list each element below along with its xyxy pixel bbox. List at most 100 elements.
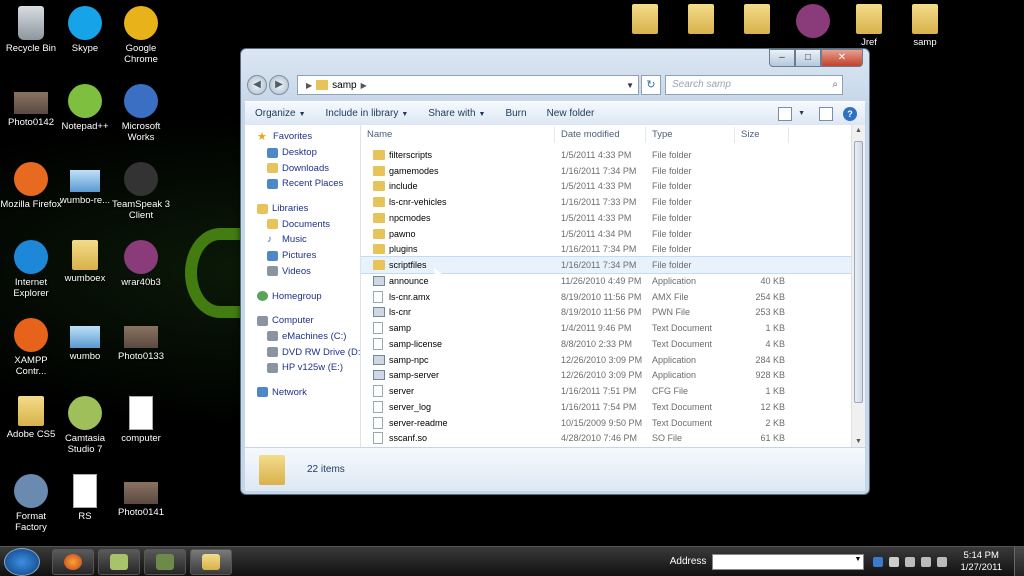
close-button[interactable]: ✕	[821, 49, 863, 67]
chevron-down-icon[interactable]: ▼	[855, 556, 862, 563]
chevron-right-icon[interactable]: ▶	[361, 81, 367, 90]
column-header-type[interactable]: Type	[646, 126, 735, 143]
scrollbar-thumb[interactable]	[854, 141, 863, 403]
chevron-down-icon[interactable]: ▼	[798, 110, 805, 117]
file-row[interactable]: ls-cnr 8/19/2010 11:56 PM PWN File 253 KB	[361, 305, 865, 321]
desktop-icon-item[interactable]: Format Factory	[0, 474, 62, 533]
breadcrumb[interactable]: ▶ samp ▶ ▼	[297, 75, 639, 95]
nav-computer[interactable]: Computer	[245, 313, 360, 329]
nav-network[interactable]: Network	[245, 385, 360, 401]
include-in-library-button[interactable]: Include in library ▼	[316, 108, 419, 119]
file-row[interactable]: samp-server 12/26/2010 3:09 PM Application…	[361, 368, 865, 384]
new-folder-button[interactable]: New folder	[537, 108, 605, 119]
nav-documents[interactable]: Documents	[245, 216, 360, 232]
desktop-icon-item[interactable]: computer	[110, 396, 172, 444]
desktop-icon-item[interactable]: Internet Explorer	[0, 240, 62, 299]
file-row[interactable]: samp 1/4/2011 9:46 PM Text Document 1 KB	[361, 320, 865, 336]
column-header-size[interactable]: Size	[735, 126, 789, 143]
desktop-icon-item[interactable]: samp	[894, 4, 956, 48]
desktop-icon-item[interactable]: TeamSpeak 3 Client	[110, 162, 172, 221]
taskbar-firefox[interactable]	[52, 548, 94, 575]
desktop-icon-item[interactable]: Notepad++	[54, 84, 116, 132]
file-row[interactable]: server_log 1/16/2011 7:54 PM Text Document…	[361, 399, 865, 415]
desktop-icon-item[interactable]: wumbo-re...	[54, 162, 116, 206]
preview-pane-icon[interactable]	[819, 106, 833, 121]
nav-downloads[interactable]: Downloads	[245, 160, 360, 176]
desktop-icon-item[interactable]: Skype	[54, 6, 116, 54]
desktop-icon-item[interactable]	[726, 4, 788, 37]
scroll-up-icon[interactable]: ▲	[852, 127, 865, 134]
desktop-icon-item[interactable]: Photo0141	[110, 474, 172, 518]
desktop-icon-item[interactable]: wumbo	[54, 318, 116, 362]
show-hidden-icon[interactable]	[889, 556, 900, 567]
vertical-scrollbar[interactable]: ▲ ▼	[851, 125, 865, 447]
taskbar-address-input[interactable]: ▼	[712, 553, 865, 570]
file-row[interactable]: npcmodes 1/5/2011 4:33 PM File folder	[361, 210, 865, 226]
nav-drive-d[interactable]: DVD RW Drive (D:) G	[245, 344, 360, 360]
burn-button[interactable]: Burn	[495, 108, 536, 119]
column-header-name[interactable]: Name	[361, 126, 555, 143]
desktop-icon-item[interactable]: Recycle Bin	[0, 6, 62, 54]
file-row[interactable]: filterscripts 1/5/2011 4:33 PM File folder	[361, 147, 865, 163]
file-row[interactable]: samp-license 8/8/2010 2:33 PM Text Documen…	[361, 336, 865, 352]
nav-recent-places[interactable]: Recent Places	[245, 176, 360, 192]
desktop-icon-item[interactable]: Photo0133	[110, 318, 172, 362]
taskbar-camtasia[interactable]	[98, 548, 140, 575]
desktop-icon-item[interactable]: Adobe CS5	[0, 396, 62, 440]
nav-pictures[interactable]: Pictures	[245, 248, 360, 264]
tray-app-icon[interactable]	[905, 556, 916, 567]
network-tray-icon[interactable]	[921, 556, 932, 567]
file-row[interactable]: include 1/5/2011 4:33 PM File folder	[361, 179, 865, 195]
minimize-button[interactable]: –	[769, 49, 795, 67]
back-button[interactable]: ◀	[247, 75, 267, 95]
chevron-down-icon[interactable]: ▼	[626, 81, 634, 90]
volume-icon[interactable]	[937, 556, 948, 567]
desktop-icon-item[interactable]: Camtasia Studio 7	[54, 396, 116, 455]
desktop-icon-item[interactable]: RS	[54, 474, 116, 522]
desktop-icon-item[interactable]	[614, 4, 676, 37]
nav-homegroup[interactable]: Homegroup	[245, 288, 360, 304]
desktop-icon-item[interactable]	[670, 4, 732, 37]
desktop-icon-item[interactable]: wrar40b3	[110, 240, 172, 288]
nav-videos[interactable]: Videos	[245, 264, 360, 280]
scroll-down-icon[interactable]: ▼	[852, 438, 865, 445]
maximize-button[interactable]: □	[795, 49, 821, 67]
breadcrumb-item-samp[interactable]: samp	[332, 80, 356, 91]
refresh-icon[interactable]	[873, 556, 884, 567]
nav-favorites[interactable]: ★ Favorites	[245, 129, 360, 145]
nav-music[interactable]: ♪ Music	[245, 232, 360, 248]
share-with-button[interactable]: Share with ▼	[418, 108, 495, 119]
desktop-icon-item[interactable]: Mozilla Firefox	[0, 162, 62, 210]
nav-libraries[interactable]: Libraries	[245, 201, 360, 217]
file-row[interactable]: gamemodes 1/16/2011 7:34 PM File folder	[361, 163, 865, 179]
taskbar-explorer[interactable]	[190, 548, 232, 575]
desktop-icon-item[interactable]: Google Chrome	[110, 6, 172, 65]
file-row[interactable]: pawno 1/5/2011 4:34 PM File folder	[361, 226, 865, 242]
refresh-button[interactable]: ↻	[641, 75, 661, 95]
desktop-icon-item[interactable]: wumboex	[54, 240, 116, 284]
file-row[interactable]: server 1/16/2011 7:51 PM CFG File 1 KB	[361, 383, 865, 399]
file-row[interactable]: ls-cnr-vehicles 1/16/2011 7:33 PM File fol…	[361, 194, 865, 210]
forward-button[interactable]: ▶	[269, 75, 289, 95]
view-options-icon[interactable]	[778, 106, 793, 121]
show-desktop-button[interactable]	[1014, 546, 1024, 576]
desktop-icon-item[interactable]: Photo0142	[0, 84, 62, 128]
nav-desktop[interactable]: Desktop	[245, 145, 360, 161]
file-row[interactable]: server-readme 10/15/2009 9:50 PM Text Docu…	[361, 415, 865, 431]
desktop-icon-item[interactable]: XAMPP Contr...	[0, 318, 62, 377]
desktop-icon-item[interactable]: Jref	[838, 4, 900, 48]
search-input[interactable]: Search samp ⌕	[665, 75, 843, 95]
taskbar-recorder[interactable]	[144, 548, 186, 575]
taskbar-clock[interactable]: 5:14 PM 1/27/2011	[960, 550, 1002, 574]
file-row[interactable]: sscanf.so 4/28/2010 7:46 PM SO File 61 KB	[361, 431, 865, 447]
column-header-date[interactable]: Date modified	[555, 126, 646, 143]
desktop-icon-item[interactable]: Microsoft Works	[110, 84, 172, 143]
desktop-icon-item[interactable]	[782, 4, 844, 41]
help-icon[interactable]: ?	[843, 106, 857, 121]
nav-drive-e[interactable]: HP v125w (E:)	[245, 360, 360, 376]
file-row[interactable]: ls-cnr.amx 8/19/2010 11:56 PM AMX File 254 …	[361, 289, 865, 305]
nav-drive-c[interactable]: eMachines (C:)	[245, 329, 360, 345]
organize-button[interactable]: Organize ▼	[245, 108, 316, 119]
start-button[interactable]	[4, 547, 40, 576]
file-row[interactable]: plugins 1/16/2011 7:34 PM File folder	[361, 242, 865, 258]
